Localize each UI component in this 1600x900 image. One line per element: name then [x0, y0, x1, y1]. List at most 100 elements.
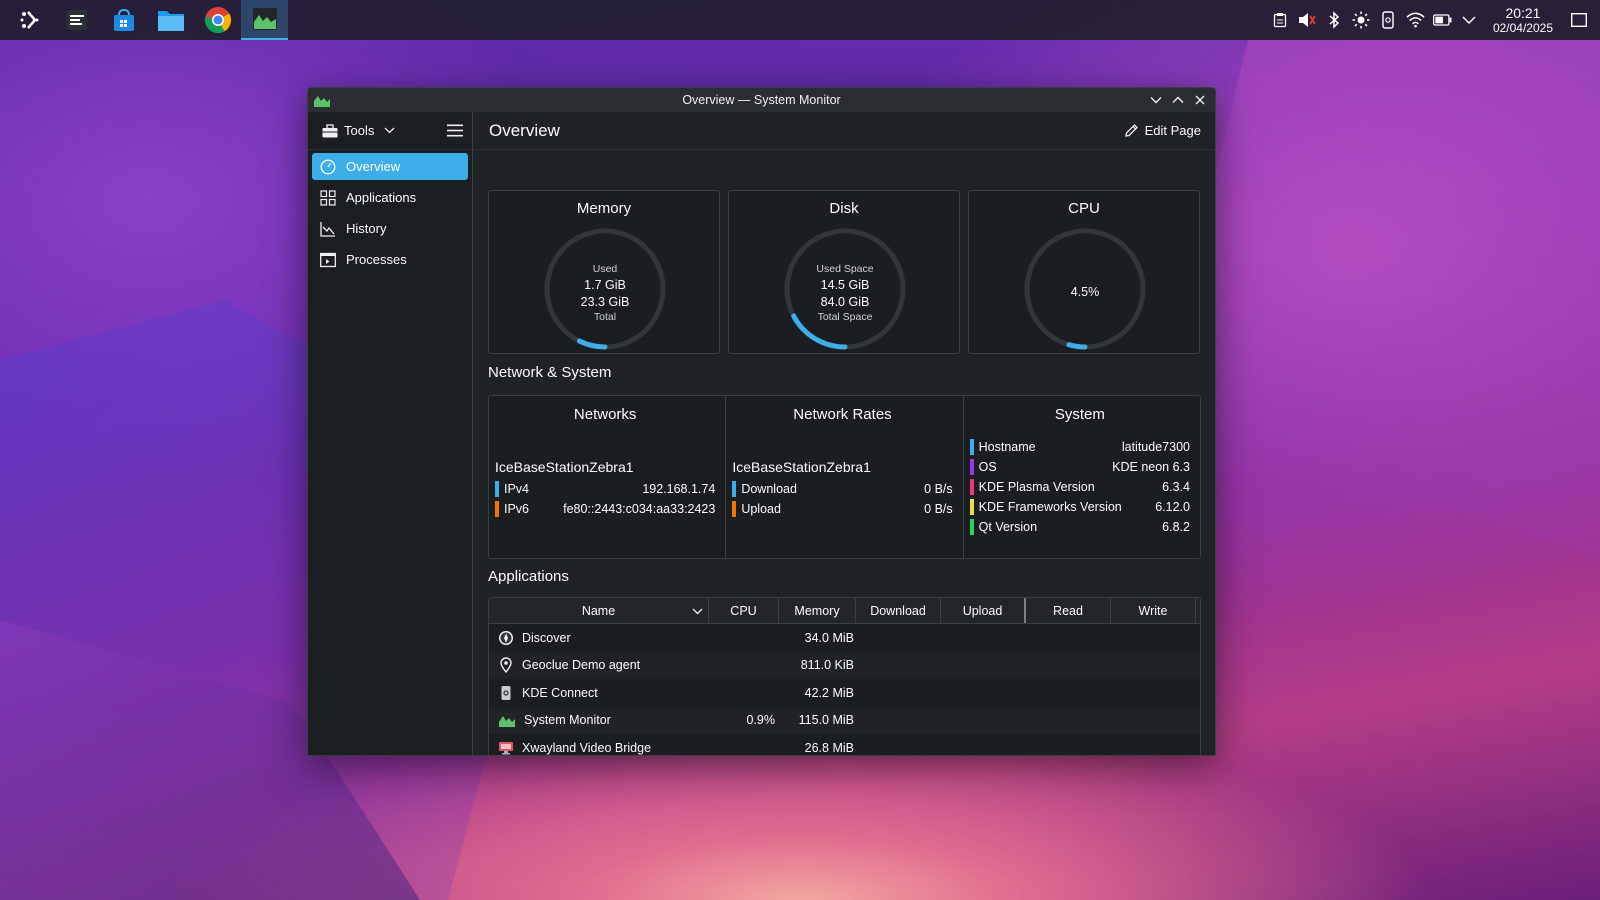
- system-monitor-taskbar-button[interactable]: [241, 0, 288, 40]
- system-monitor-icon: [314, 93, 330, 112]
- download-value: 0 B/s: [924, 482, 953, 496]
- chrome-button[interactable]: [194, 0, 241, 40]
- kde-logo-icon: [20, 11, 38, 29]
- legend-swatch: [969, 499, 974, 515]
- download-label: Download: [741, 482, 797, 496]
- app-name: Discover: [522, 630, 571, 645]
- network-rates-title: Network Rates: [793, 406, 892, 423]
- os-row: OS KDE neon 6.3: [969, 457, 1190, 477]
- applications-table: Name CPU Memory Download Upload Read Wri…: [488, 597, 1201, 755]
- network-interface-name: IceBaseStationZebra1: [732, 459, 871, 475]
- battery-icon[interactable]: [1432, 11, 1452, 30]
- clipboard-icon[interactable]: [1271, 11, 1290, 30]
- maximize-button[interactable]: [1169, 91, 1187, 109]
- file-manager-button[interactable]: [147, 0, 194, 40]
- sidebar-item-history[interactable]: History: [312, 215, 468, 242]
- shopping-bag-icon: [113, 8, 134, 31]
- bluetooth-icon[interactable]: [1325, 11, 1344, 30]
- brightness-icon[interactable]: [1352, 11, 1371, 30]
- system-title: System: [1054, 406, 1105, 423]
- system-settings-button[interactable]: [53, 0, 100, 40]
- column-header-label: Memory: [794, 603, 840, 618]
- system-monitor-icon: [498, 712, 516, 728]
- plasma-version-value: 6.3.4: [1162, 480, 1190, 494]
- column-header-label: Download: [870, 603, 926, 618]
- window-title: Overview — System Monitor: [682, 93, 841, 107]
- column-header-label: CPU: [730, 603, 757, 618]
- system-monitor-icon: [252, 8, 277, 30]
- column-header-upload[interactable]: Upload: [941, 598, 1026, 623]
- table-row[interactable]: Discover 34.0 MiB: [489, 624, 1200, 652]
- network-system-section-title: Network & System: [488, 364, 612, 381]
- chevron-down-icon[interactable]: [1460, 11, 1479, 30]
- app-launcher-button[interactable]: [6, 0, 53, 40]
- sidebar-item-label: History: [346, 221, 387, 236]
- kde-connect-icon[interactable]: [1379, 11, 1398, 30]
- system-column: System Hostname latitude7300 OS KDE neon…: [962, 396, 1200, 558]
- clock[interactable]: 20:21 02/04/2025: [1493, 6, 1553, 34]
- window-titlebar[interactable]: Overview — System Monitor: [308, 88, 1215, 112]
- legend-swatch: [495, 481, 499, 497]
- app-name: Xwayland Video Bridge: [522, 740, 652, 755]
- networks-column: Networks IceBaseStationZebra1 IPv4 192.1…: [489, 396, 725, 558]
- edit-page-button[interactable]: Edit Page: [1124, 123, 1201, 138]
- edit-page-label: Edit Page: [1144, 123, 1201, 138]
- os-value: KDE neon 6.3: [1112, 460, 1190, 474]
- ipv6-value: fe80::2443:c034:aa33:2423: [563, 502, 716, 516]
- frameworks-version-label: KDE Frameworks Version: [978, 500, 1122, 514]
- network-rates-column: Network Rates IceBaseStationZebra1 Downl…: [725, 396, 962, 558]
- sidebar-item-overview[interactable]: Overview: [312, 153, 468, 180]
- upload-label: Upload: [741, 502, 781, 516]
- wallpaper-facet: [1160, 40, 1600, 560]
- minimize-button[interactable]: [1147, 91, 1165, 109]
- table-row[interactable]: System Monitor 0.9% 115.0 MiB: [489, 706, 1200, 734]
- column-header-write[interactable]: Write: [1111, 598, 1196, 623]
- folder-icon: [157, 11, 184, 31]
- table-row[interactable]: Geoclue Demo agent 811.0 KiB: [489, 651, 1200, 679]
- chevron-down-icon: [384, 127, 395, 134]
- network-system-panel: Networks IceBaseStationZebra1 IPv4 192.1…: [488, 395, 1201, 559]
- sidebar-item-applications[interactable]: Applications: [312, 184, 468, 211]
- plasma-version-label: KDE Plasma Version: [978, 480, 1095, 494]
- app-name: KDE Connect: [522, 685, 598, 700]
- terminal-icon: [320, 252, 336, 267]
- video-bridge-icon: [499, 741, 513, 755]
- ipv4-row: IPv4 192.168.1.74: [495, 479, 715, 499]
- applications-section-title: Applications: [488, 568, 569, 585]
- column-header-memory[interactable]: Memory: [779, 598, 856, 623]
- settings-sliders-icon: [66, 10, 87, 30]
- memory-used-label: Used: [592, 263, 618, 275]
- wifi-icon[interactable]: [1406, 11, 1425, 30]
- legend-swatch: [732, 481, 737, 497]
- close-button[interactable]: [1191, 91, 1209, 109]
- memory-total-label: Total: [593, 311, 617, 323]
- grid-icon: [320, 189, 336, 206]
- hamburger-menu-button[interactable]: [444, 120, 466, 142]
- column-header-label: Read: [1053, 603, 1083, 618]
- table-header: Name CPU Memory Download Upload Read Wri…: [489, 598, 1200, 624]
- app-name: Geoclue Demo agent: [522, 658, 641, 673]
- table-row[interactable]: Xwayland Video Bridge 26.8 MiB: [489, 734, 1200, 755]
- plasma-version-row: KDE Plasma Version 6.3.4: [969, 477, 1190, 497]
- column-header-download[interactable]: Download: [856, 598, 941, 623]
- chrome-icon: [204, 7, 231, 34]
- show-desktop-icon[interactable]: [1569, 11, 1588, 30]
- column-header-read[interactable]: Read: [1026, 598, 1111, 623]
- disk-used-value: 14.5 GiB: [820, 278, 870, 292]
- tools-label: Tools: [344, 123, 375, 138]
- legend-swatch: [495, 501, 499, 517]
- discover-button[interactable]: [100, 0, 147, 40]
- legend-swatch: [969, 459, 974, 475]
- column-header-name[interactable]: Name: [489, 598, 709, 623]
- tools-menu-button[interactable]: Tools: [322, 123, 395, 138]
- hostname-value: latitude7300: [1121, 440, 1190, 454]
- network-interface-name: IceBaseStationZebra1: [495, 459, 634, 475]
- kde-connect-app-icon: [501, 685, 511, 700]
- sidebar-item-processes[interactable]: Processes: [312, 246, 468, 273]
- column-header-cpu[interactable]: CPU: [709, 598, 779, 623]
- volume-muted-icon[interactable]: [1298, 11, 1317, 30]
- cpu-usage-value: 4.5%: [1070, 285, 1100, 299]
- disk-used-label: Used Space: [816, 263, 874, 275]
- app-memory: 115.0 MiB: [798, 713, 854, 728]
- table-row[interactable]: KDE Connect 42.2 MiB: [489, 679, 1200, 707]
